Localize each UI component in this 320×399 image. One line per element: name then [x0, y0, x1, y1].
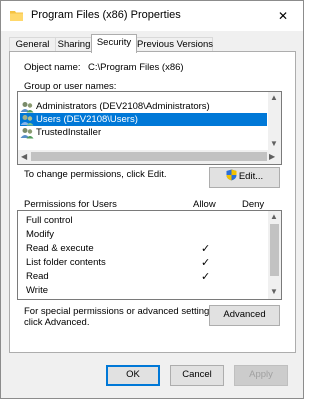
list-item-administrators[interactable]: Administrators (DEV2108\Administrators): [20, 100, 267, 113]
users-icon: [20, 115, 34, 126]
permission-row-read-execute: Read & execute ✓: [26, 242, 266, 256]
ok-button-label: OK: [126, 369, 140, 380]
change-permissions-text: To change permissions, click Edit.: [24, 169, 167, 180]
list-item-label: TrustedInstaller: [36, 127, 102, 138]
tab-general[interactable]: General: [9, 37, 56, 52]
tab-previous-versions-label: Previous Versions: [137, 39, 214, 50]
permissions-header: Permissions for Users: [24, 199, 117, 210]
scroll-right-icon[interactable]: ▶: [269, 152, 275, 161]
permission-name: Write: [26, 285, 48, 296]
check-icon: ✓: [201, 243, 211, 255]
permission-row-list-folder-contents: List folder contents ✓: [26, 256, 266, 270]
edit-button[interactable]: Edit...: [209, 167, 280, 188]
edit-button-label: Edit...: [238, 171, 264, 182]
tab-sharing[interactable]: Sharing: [55, 37, 93, 52]
tab-previous-versions[interactable]: Previous Versions: [136, 37, 213, 52]
users-icon: [20, 102, 34, 113]
permission-name: Modify: [26, 229, 54, 240]
tab-security[interactable]: Security: [91, 34, 137, 53]
permissions-list: Full control Modify Read & execute ✓ Lis…: [17, 210, 282, 300]
deny-header: Deny: [242, 199, 265, 210]
uac-shield-icon: [226, 169, 237, 181]
properties-window: Program Files (x86) Properties ✕ General…: [0, 0, 304, 399]
permission-row-write: Write: [26, 284, 266, 298]
scroll-thumb[interactable]: [31, 152, 267, 161]
permission-name: Read & execute: [26, 243, 94, 254]
apply-button-label: Apply: [249, 369, 273, 380]
scroll-left-icon[interactable]: ◀: [21, 152, 27, 161]
permission-row-read: Read ✓: [26, 270, 266, 284]
list-item-label: Administrators (DEV2108\Administrators): [36, 101, 210, 112]
cancel-button[interactable]: Cancel: [170, 365, 224, 386]
apply-button[interactable]: Apply: [234, 365, 288, 386]
object-name-value: C:\Program Files (x86): [88, 62, 184, 73]
scroll-down-icon[interactable]: ▼: [270, 287, 278, 296]
close-button[interactable]: ✕: [263, 1, 303, 31]
list-item-label: Users (DEV2108\Users): [36, 114, 138, 125]
advanced-button[interactable]: Advanced: [209, 305, 280, 326]
permissions-vertical-scrollbar[interactable]: ▲ ▼: [268, 211, 281, 299]
permission-name: Full control: [26, 215, 73, 226]
tab-strip: General Sharing Security Previous Versio…: [9, 34, 299, 53]
tab-general-label: General: [15, 39, 50, 50]
object-name-label: Object name:: [24, 62, 81, 73]
permission-name: List folder contents: [26, 257, 106, 268]
user-list-vertical-scrollbar[interactable]: ▲ ▼: [268, 92, 281, 150]
scroll-up-icon[interactable]: ▲: [270, 93, 278, 102]
user-list-horizontal-scrollbar[interactable]: ◀ ▶: [18, 150, 281, 164]
ok-button[interactable]: OK: [106, 365, 160, 386]
special-permissions-text-line1: For special permissions or advanced sett…: [24, 306, 217, 317]
tab-sharing-label: Sharing: [57, 39, 91, 50]
permission-row-full-control: Full control: [26, 214, 266, 228]
check-icon: ✓: [201, 271, 211, 283]
user-list[interactable]: Administrators (DEV2108\Administrators) …: [17, 91, 282, 165]
window-title: Program Files (x86) Properties: [31, 9, 181, 21]
scroll-thumb[interactable]: [270, 224, 279, 276]
title-bar: Program Files (x86) Properties ✕: [1, 1, 303, 31]
permission-name: Read: [26, 271, 49, 282]
scroll-up-icon[interactable]: ▲: [270, 212, 278, 221]
advanced-button-label: Advanced: [223, 309, 266, 320]
list-item-trustedinstaller[interactable]: TrustedInstaller: [20, 126, 267, 139]
special-permissions-text-line2: click Advanced.: [24, 317, 90, 328]
tab-security-label: Security: [96, 37, 132, 48]
permission-row-modify: Modify: [26, 228, 266, 242]
cancel-button-label: Cancel: [182, 369, 212, 380]
list-item-users[interactable]: Users (DEV2108\Users): [20, 113, 267, 126]
users-icon: [20, 128, 34, 139]
check-icon: ✓: [201, 257, 211, 269]
close-icon: ✕: [277, 9, 289, 23]
folder-icon: [10, 11, 23, 21]
allow-header: Allow: [193, 199, 216, 210]
scroll-down-icon[interactable]: ▼: [270, 139, 278, 148]
